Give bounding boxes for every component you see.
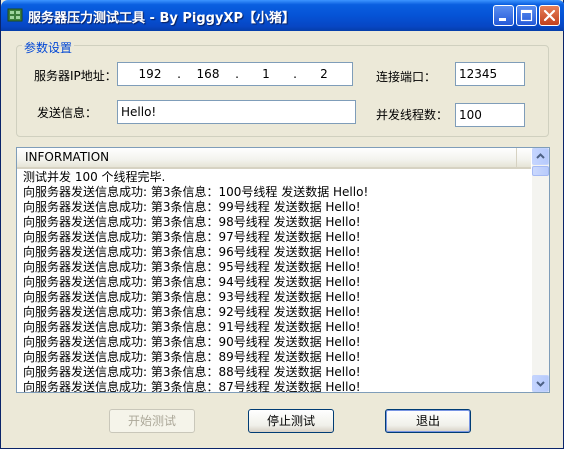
params-group-title: 参数设置 (22, 39, 75, 56)
list-item[interactable]: 向服务器发送信息成功: 第3条信息：88号线程 发送数据 Hello! (17, 365, 531, 380)
scroll-down-button[interactable] (532, 375, 549, 392)
chevron-down-icon (536, 381, 545, 387)
minimize-icon (499, 18, 506, 21)
start-test-button[interactable]: 开始测试 (109, 409, 195, 433)
list-item[interactable]: 测试并发 100 个线程完毕. (17, 170, 531, 185)
ip-octet-1[interactable]: 192 (130, 63, 170, 85)
list-item[interactable]: 向服务器发送信息成功: 第3条信息：91号线程 发送数据 Hello! (17, 320, 531, 335)
ip-dot: . (177, 67, 181, 81)
close-button[interactable] (539, 5, 560, 26)
server-ip-label: 服务器IP地址： (34, 69, 117, 83)
window-title: 服务器压力测试工具 - By PiggyXP【小猪】 (28, 11, 295, 26)
message-field[interactable]: Hello! (117, 100, 356, 124)
maximize-button[interactable] (516, 5, 537, 26)
minimize-button[interactable] (493, 5, 514, 26)
maximize-icon (520, 9, 533, 22)
list-item[interactable]: 向服务器发送信息成功: 第3条信息：90号线程 发送数据 Hello! (17, 335, 531, 350)
app-icon (7, 8, 23, 22)
ip-octet-2[interactable]: 168 (188, 63, 228, 85)
list-item[interactable]: 向服务器发送信息成功: 第3条信息：100号线程 发送数据 Hello! (17, 185, 531, 200)
exit-button[interactable]: 退出 (385, 409, 471, 433)
threads-field[interactable]: 100 (455, 103, 525, 127)
list-item[interactable]: 向服务器发送信息成功: 第3条信息：97号线程 发送数据 Hello! (17, 230, 531, 245)
scroll-thumb[interactable] (532, 166, 549, 176)
list-item[interactable]: 向服务器发送信息成功: 第3条信息：89号线程 发送数据 Hello! (17, 350, 531, 365)
list-item[interactable]: 向服务器发送信息成功: 第3条信息：99号线程 发送数据 Hello! (17, 200, 531, 215)
log-rows: 测试并发 100 个线程完毕. 向服务器发送信息成功: 第3条信息：100号线程… (17, 170, 531, 392)
list-item[interactable]: 向服务器发送信息成功: 第3条信息：96号线程 发送数据 Hello! (17, 245, 531, 260)
list-item[interactable]: 向服务器发送信息成功: 第3条信息：93号线程 发送数据 Hello! (17, 290, 531, 305)
message-label: 发送信息： (37, 106, 98, 120)
column-header-information[interactable]: INFORMATION (17, 148, 517, 167)
list-item[interactable]: 向服务器发送信息成功: 第3条信息：94号线程 发送数据 Hello! (17, 275, 531, 290)
log-vertical-scrollbar[interactable] (532, 148, 549, 392)
list-item[interactable]: 向服务器发送信息成功: 第3条信息：98号线程 发送数据 Hello! (17, 215, 531, 230)
port-label: 连接端口： (376, 70, 437, 84)
threads-label: 并发线程数： (376, 108, 449, 122)
log-header: INFORMATION (17, 148, 531, 169)
main-window: 服务器压力测试工具 - By PiggyXP【小猪】 参数设置 服务器IP地址：… (0, 0, 564, 449)
list-item[interactable]: 向服务器发送信息成功: 第3条信息：92号线程 发送数据 Hello! (17, 305, 531, 320)
list-item[interactable]: 向服务器发送信息成功: 第3条信息：95号线程 发送数据 Hello! (17, 260, 531, 275)
ip-dot: . (293, 67, 297, 81)
port-field[interactable]: 12345 (455, 62, 525, 86)
server-ip-field[interactable]: 192 . 168 . 1 . 2 (117, 62, 353, 86)
chevron-up-icon (536, 153, 545, 159)
ip-octet-4[interactable]: 2 (304, 63, 344, 85)
close-icon (543, 9, 556, 22)
scroll-up-button[interactable] (532, 148, 549, 165)
ip-octet-3[interactable]: 1 (246, 63, 286, 85)
log-listview[interactable]: INFORMATION 测试并发 100 个线程完毕. 向服务器发送信息成功: … (16, 147, 550, 393)
title-bar[interactable]: 服务器压力测试工具 - By PiggyXP【小猪】 (1, 0, 564, 31)
list-item[interactable]: 向服务器发送信息成功: 第3条信息：87号线程 发送数据 Hello! (17, 380, 531, 392)
ip-dot: . (235, 67, 239, 81)
stop-test-button[interactable]: 停止测试 (248, 409, 334, 433)
